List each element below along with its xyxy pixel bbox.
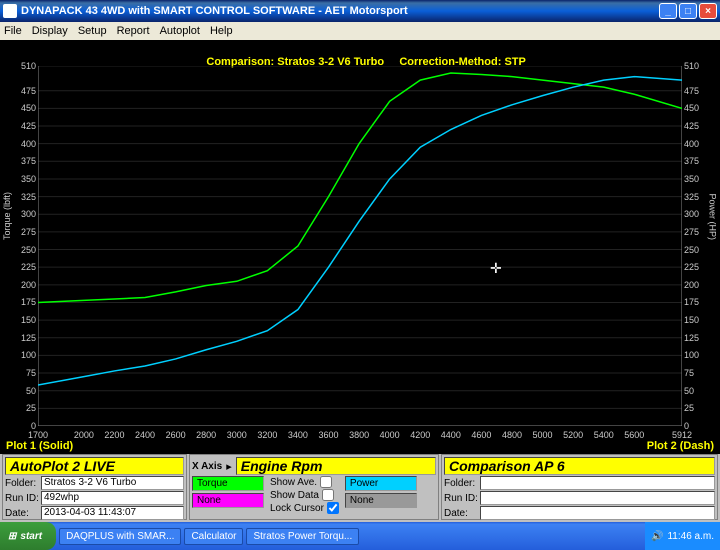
xaxis-label: X Axis	[192, 461, 222, 472]
comp-date-field[interactable]	[480, 506, 715, 520]
close-button[interactable]: ×	[699, 3, 717, 19]
menu-file[interactable]: File	[4, 25, 22, 37]
show-data-checkbox[interactable]	[322, 489, 334, 501]
autoplot-live-box[interactable]: AutoPlot 2 LIVE	[5, 457, 184, 475]
runid-field[interactable]: 492whp	[41, 491, 184, 505]
plot2-label: Plot 2 (Dash)	[647, 440, 714, 452]
menu-autoplot[interactable]: Autoplot	[160, 25, 200, 37]
y-axis-right-label: Power (HP)	[708, 193, 718, 240]
menu-setup[interactable]: Setup	[78, 25, 107, 37]
none2-selector[interactable]: None	[345, 493, 417, 508]
runid-label: Run ID:	[5, 493, 39, 504]
y-axis-left-label: Torque (lbft)	[2, 192, 12, 240]
xaxis-value-box[interactable]: Engine Rpm	[236, 457, 436, 475]
menu-display[interactable]: Display	[32, 25, 68, 37]
comp-date-label: Date:	[444, 508, 478, 519]
taskbar-item-3[interactable]: Stratos Power Torqu...	[246, 528, 359, 545]
xaxis-arrow-icon[interactable]: ▸	[226, 460, 232, 473]
crosshair-cursor: ✛	[490, 260, 502, 277]
y-ticks-left: 0255075100125150175200225250275300325350…	[12, 66, 36, 426]
comparison-box[interactable]: Comparison AP 6	[444, 457, 715, 475]
torque-selector[interactable]: Torque	[192, 476, 264, 491]
chart-area: Comparison: Stratos 3-2 V6 Turbo Correct…	[0, 40, 720, 452]
show-avg-label: Show Ave.	[270, 477, 317, 488]
comp-runid-label: Run ID:	[444, 493, 478, 504]
lock-cursor-checkbox[interactable]	[327, 502, 339, 514]
minimize-button[interactable]: _	[659, 3, 677, 19]
power-selector[interactable]: Power	[345, 476, 417, 491]
date-label: Date:	[5, 508, 39, 519]
controls-panel: AutoPlot 2 LIVE Folder:Stratos 3-2 V6 Tu…	[0, 452, 720, 522]
lock-cursor-label: Lock Cursor	[270, 503, 324, 514]
comp-folder-label: Folder:	[444, 478, 478, 489]
comp-runid-field[interactable]	[480, 491, 715, 505]
folder-field[interactable]: Stratos 3-2 V6 Turbo	[41, 476, 184, 490]
taskbar: ⊞ start DAQPLUS with SMAR... Calculator …	[0, 522, 720, 550]
y-ticks-right: 0255075100125150175200225250275300325350…	[684, 66, 708, 426]
none1-selector[interactable]: None	[192, 493, 264, 508]
menu-report[interactable]: Report	[117, 25, 150, 37]
comp-folder-field[interactable]	[480, 476, 715, 490]
plot-canvas	[38, 66, 682, 426]
app-icon	[3, 4, 17, 18]
window-title: DYNAPACK 43 4WD with SMART CONTROL SOFTW…	[21, 5, 657, 17]
date-field[interactable]: 2013-04-03 11:43:07	[41, 506, 184, 520]
show-avg-checkbox[interactable]	[320, 476, 332, 488]
menu-bar: File Display Setup Report Autoplot Help	[0, 22, 720, 40]
plot1-label: Plot 1 (Solid)	[6, 440, 73, 452]
taskbar-item-1[interactable]: DAQPLUS with SMAR...	[59, 528, 181, 545]
taskbar-item-2[interactable]: Calculator	[184, 528, 243, 545]
start-button[interactable]: ⊞ start	[0, 522, 56, 550]
maximize-button[interactable]: □	[679, 3, 697, 19]
menu-help[interactable]: Help	[210, 25, 233, 37]
system-tray: 🔊 11:46 a.m.	[645, 522, 720, 550]
folder-label: Folder:	[5, 478, 39, 489]
show-data-label: Show Data	[270, 490, 319, 501]
window-titlebar: DYNAPACK 43 4WD with SMART CONTROL SOFTW…	[0, 0, 720, 22]
